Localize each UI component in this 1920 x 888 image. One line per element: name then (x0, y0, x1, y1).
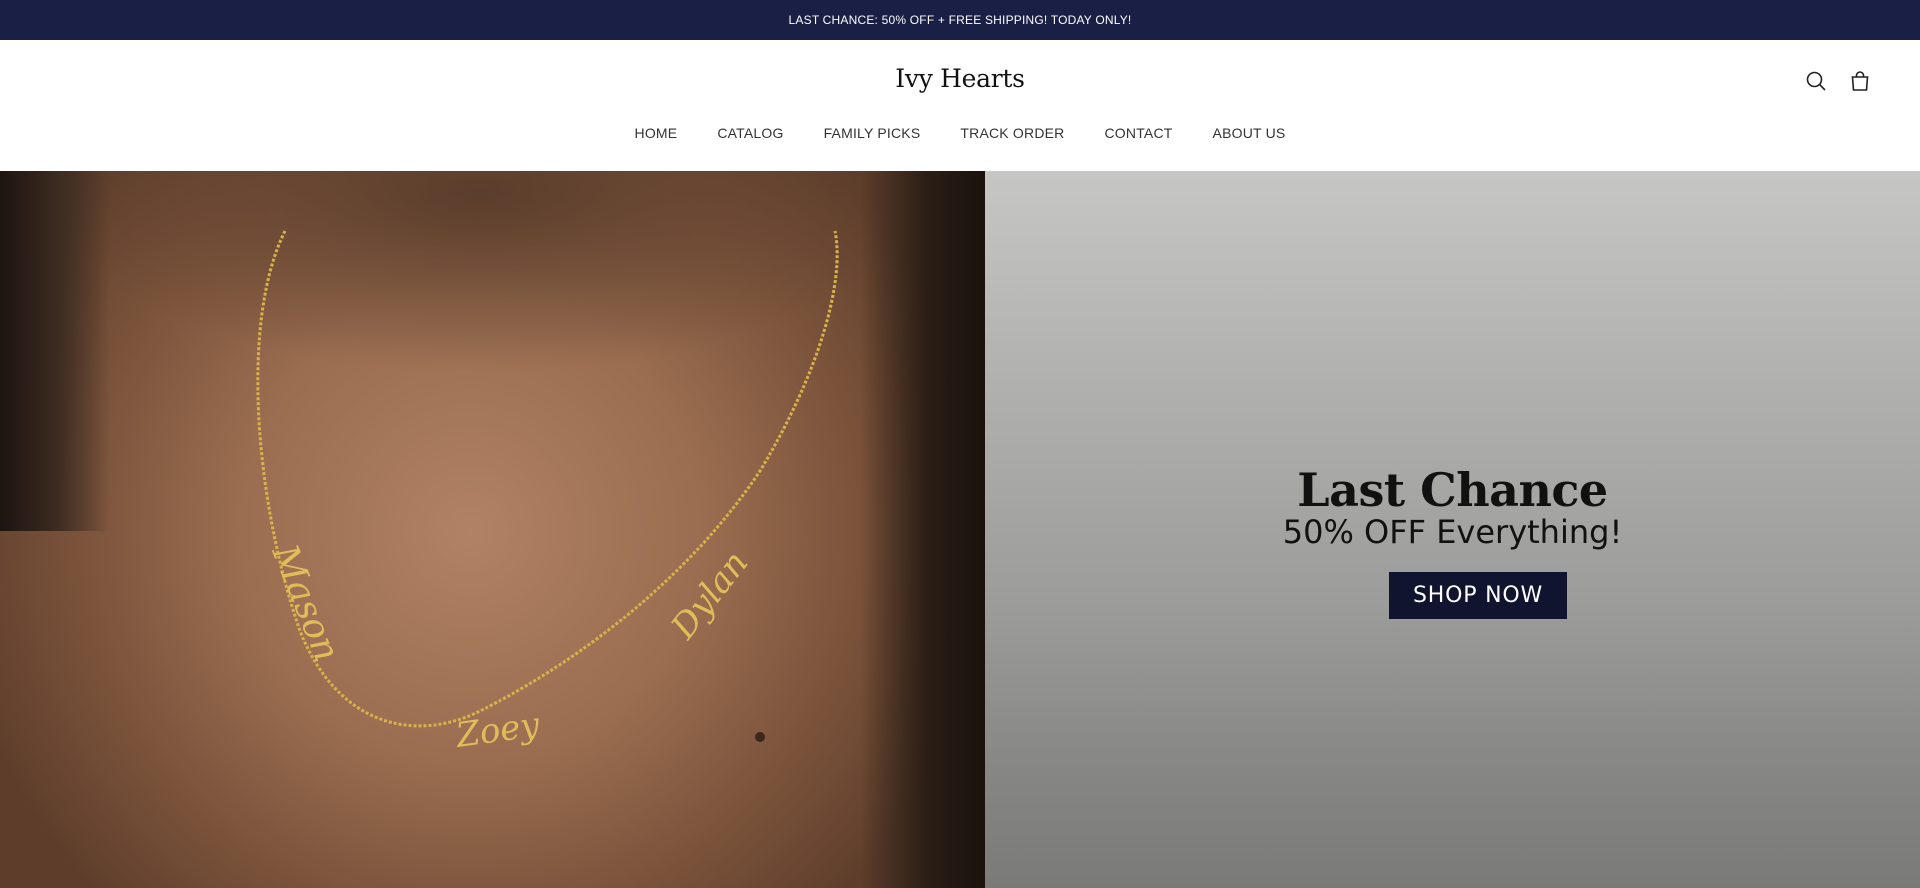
hero-banner: Mason Zoey Dylan Last Chance 50% OFF Eve… (0, 171, 1920, 888)
site-header: Ivy Hearts HOME CATALOG FAMILY PICKS TRA… (0, 40, 1920, 171)
nav-item-track-order[interactable]: TRACK ORDER (960, 125, 1064, 141)
announcement-text: LAST CHANCE: 50% OFF + FREE SHIPPING! TO… (788, 13, 1132, 27)
shopping-bag-icon[interactable] (1847, 68, 1873, 94)
promo-title: Last Chance (1297, 463, 1608, 517)
necklace-name-mason: Mason (263, 538, 347, 667)
nav-item-contact[interactable]: CONTACT (1105, 125, 1173, 141)
promo-panel: Last Chance 50% OFF Everything! SHOP NOW (985, 171, 1920, 888)
necklace-name-zoey: Zoey (453, 705, 543, 756)
main-navigation: HOME CATALOG FAMILY PICKS TRACK ORDER CO… (0, 125, 1920, 141)
nav-item-catalog[interactable]: CATALOG (717, 125, 783, 141)
nav-item-about-us[interactable]: ABOUT US (1213, 125, 1286, 141)
necklace-name-dylan: Dylan (663, 543, 756, 647)
hero-necklace-photo: Mason Zoey Dylan (0, 171, 985, 888)
search-icon[interactable] (1803, 68, 1829, 94)
nav-item-family-picks[interactable]: FAMILY PICKS (824, 125, 921, 141)
name-necklace-illustration: Mason Zoey Dylan (256, 230, 901, 756)
nav-item-home[interactable]: HOME (635, 125, 678, 141)
announcement-bar: LAST CHANCE: 50% OFF + FREE SHIPPING! TO… (0, 0, 1920, 40)
promo-subtitle: 50% OFF Everything! (1282, 513, 1623, 551)
store-logo[interactable]: Ivy Hearts (0, 64, 1920, 93)
shop-now-button[interactable]: SHOP NOW (1389, 572, 1567, 619)
